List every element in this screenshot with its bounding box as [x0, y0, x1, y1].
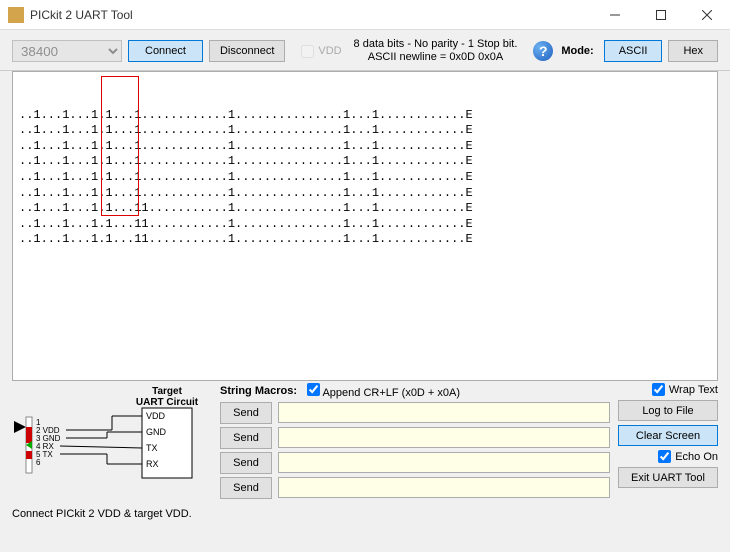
- vdd-checkbox-label: VDD: [301, 45, 341, 58]
- app-icon: [8, 7, 24, 23]
- macro-input-1[interactable]: [278, 402, 610, 423]
- svg-text:VDD: VDD: [146, 411, 166, 421]
- terminal-line: ..1...1...1.1...1............1..........…: [19, 108, 711, 124]
- macro-input-3[interactable]: [278, 452, 610, 473]
- log-to-file-button[interactable]: Log to File: [618, 400, 718, 421]
- vdd-checkbox: [301, 45, 314, 58]
- titlebar: PICkit 2 UART Tool: [0, 0, 730, 30]
- circuit-diagram-panel: Target UART Circuit VDD GND TX RX 1 2 VD…: [12, 383, 212, 502]
- echo-on-checkbox[interactable]: [658, 450, 671, 463]
- wrap-text-label: Wrap Text: [669, 384, 718, 396]
- connect-button[interactable]: Connect: [128, 40, 203, 62]
- send-button-2[interactable]: Send: [220, 427, 272, 449]
- svg-text:6: 6: [36, 458, 41, 467]
- baud-rate-select[interactable]: 38400: [12, 40, 122, 62]
- close-button[interactable]: [684, 0, 730, 30]
- append-crlf-label[interactable]: Append CR+LF (x0D + x0A): [307, 383, 460, 399]
- send-button-3[interactable]: Send: [220, 452, 272, 474]
- mode-label: Mode:: [561, 45, 593, 57]
- window-title: PICkit 2 UART Tool: [30, 8, 592, 22]
- svg-text:Target: Target: [152, 386, 182, 397]
- terminal-line: ..1...1...1.1...1............1..........…: [19, 154, 711, 170]
- send-button-1[interactable]: Send: [220, 402, 272, 424]
- svg-text:RX: RX: [146, 459, 159, 469]
- uart-circuit-icon: Target UART Circuit VDD GND TX RX 1 2 VD…: [12, 383, 212, 483]
- toolbar: 38400 Connect Disconnect VDD 8 data bits…: [0, 30, 730, 71]
- svg-text:TX: TX: [146, 443, 158, 453]
- macro-input-4[interactable]: [278, 477, 610, 498]
- append-crlf-checkbox[interactable]: [307, 383, 320, 396]
- clear-screen-button[interactable]: Clear Screen: [618, 425, 718, 446]
- echo-on-label: Echo On: [675, 451, 718, 463]
- ascii-mode-button[interactable]: ASCII: [604, 40, 663, 62]
- send-button-4[interactable]: Send: [220, 477, 272, 499]
- svg-text:GND: GND: [146, 427, 167, 437]
- terminal-line: ..1...1...1.1...1............1..........…: [19, 139, 711, 155]
- help-icon[interactable]: ?: [533, 41, 553, 61]
- terminal-line: ..1...1...1.1...11...........1..........…: [19, 232, 711, 248]
- status-text: Connect PICkit 2 VDD & target VDD.: [0, 506, 730, 526]
- string-macros-panel: String Macros: Append CR+LF (x0D + x0A) …: [220, 383, 610, 502]
- macro-input-2[interactable]: [278, 427, 610, 448]
- maximize-button[interactable]: [638, 0, 684, 30]
- right-controls: Wrap Text Log to File Clear Screen Echo …: [618, 383, 718, 502]
- exit-uart-button[interactable]: Exit UART Tool: [618, 467, 718, 488]
- terminal-line: ..1...1...1.1...1............1..........…: [19, 123, 711, 139]
- hex-mode-button[interactable]: Hex: [668, 40, 718, 62]
- macros-header-label: String Macros:: [220, 385, 297, 397]
- uart-settings-info: 8 data bits - No parity - 1 Stop bit. AS…: [348, 38, 524, 64]
- wrap-text-checkbox[interactable]: [652, 383, 665, 396]
- svg-text:UART Circuit: UART Circuit: [136, 397, 199, 408]
- terminal-line: ..1...1...1.1...11...........1..........…: [19, 217, 711, 233]
- terminal-line: ..1...1...1.1...1............1..........…: [19, 170, 711, 186]
- minimize-button[interactable]: [592, 0, 638, 30]
- terminal-output[interactable]: ..1...1...1.1...1............1..........…: [12, 71, 718, 381]
- terminal-line: ..1...1...1.1...11...........1..........…: [19, 201, 711, 217]
- disconnect-button[interactable]: Disconnect: [209, 40, 285, 62]
- terminal-line: ..1...1...1.1...1............1..........…: [19, 186, 711, 202]
